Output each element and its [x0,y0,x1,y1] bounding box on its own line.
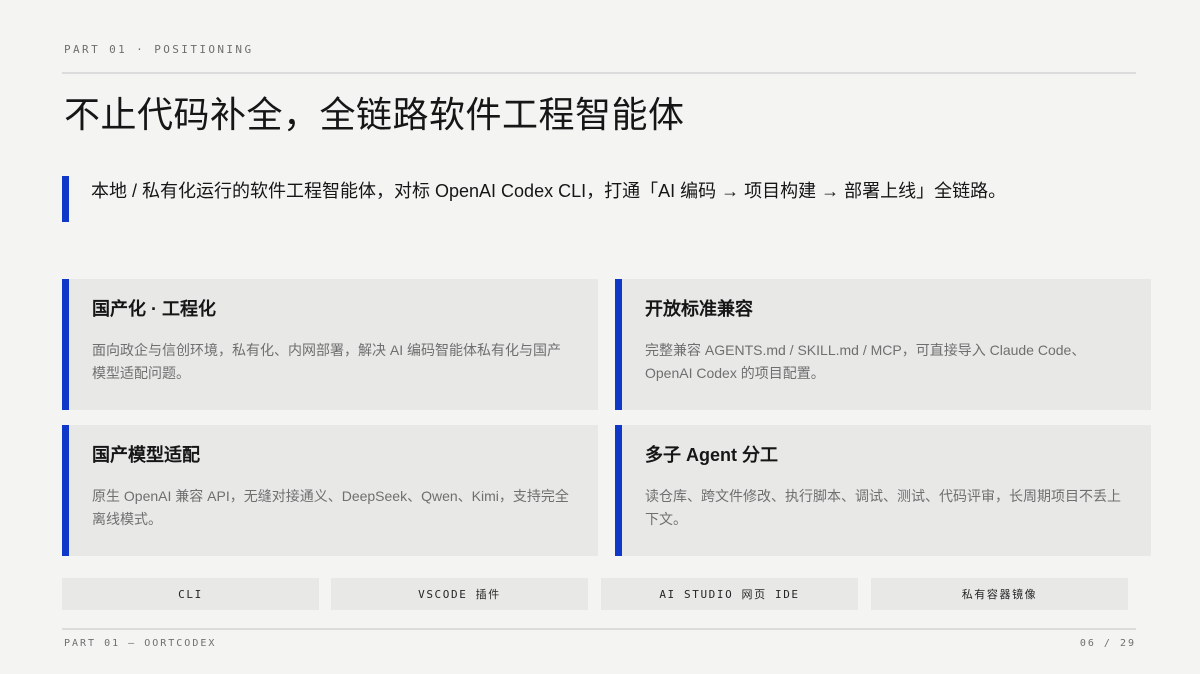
card-description: 完整兼容 AGENTS.md / SKILL.md / MCP，可直接导入 Cl… [645,342,1086,381]
card-description: 原生 OpenAI 兼容 API，无缝对接通义、DeepSeek、Qwen、Ki… [92,488,569,527]
section-label: PART 01 · POSITIONING [64,43,254,56]
feature-card-model-adaptation: 国产模型适配 原生 OpenAI 兼容 API，无缝对接通义、DeepSeek、… [62,425,598,556]
chip-ai-studio[interactable]: AI STUDIO 网页 IDE [601,578,858,610]
slide: PART 01 · POSITIONING 不止代码补全，全链路软件工程智能体 … [0,0,1200,674]
card-title: 国产化 · 工程化 [92,299,216,319]
card-description: 面向政企与信创环境，私有化、内网部署，解决 AI 编码智能体私有化与国产模型适配… [92,342,562,381]
card-description: 读仓库、跨文件修改、执行脚本、调试、测试、代码评审，长周期项目不丢上下文。 [645,488,1121,527]
chip-private-container[interactable]: 私有容器镜像 [871,578,1128,610]
lead-text: 本地 / 私有化运行的软件工程智能体，对标 OpenAI Codex CLI，打… [91,181,1007,201]
page-title: 不止代码补全，全链路软件工程智能体 [64,94,685,135]
top-divider [62,72,1136,74]
feature-card-localization: 国产化 · 工程化 面向政企与信创环境，私有化、内网部署，解决 AI 编码智能体… [62,279,598,410]
page-number: 06 / 29 [1079,638,1136,649]
chip-vscode-plugin[interactable]: VSCODE 插件 [331,578,588,610]
feature-card-multi-agent: 多子 Agent 分工 读仓库、跨文件修改、执行脚本、调试、测试、代码评审，长周… [615,425,1151,556]
feature-card-open-standards: 开放标准兼容 完整兼容 AGENTS.md / SKILL.md / MCP，可… [615,279,1151,410]
card-title: 开放标准兼容 [645,299,753,319]
bottom-divider [62,628,1136,630]
footer-label: PART 01 — OORTCODEX [64,638,217,649]
card-title: 多子 Agent 分工 [645,445,778,465]
chip-cli[interactable]: CLI [62,578,319,610]
card-title: 国产模型适配 [92,445,200,465]
lead-quote: 本地 / 私有化运行的软件工程智能体，对标 OpenAI Codex CLI，打… [62,176,1122,222]
